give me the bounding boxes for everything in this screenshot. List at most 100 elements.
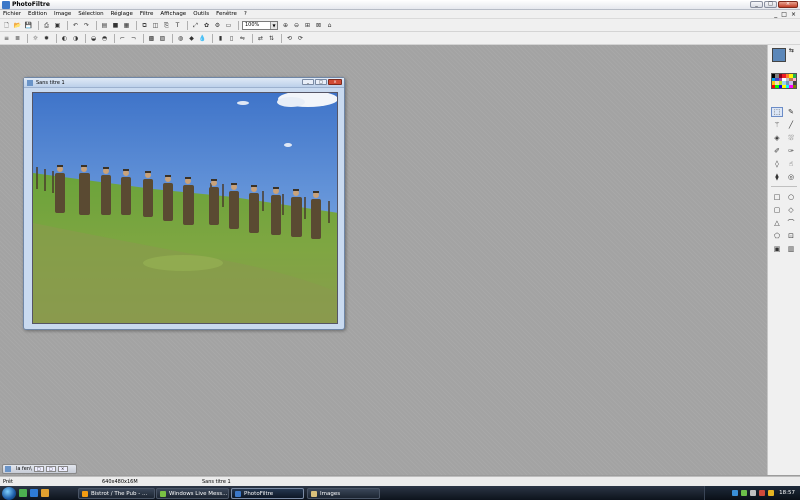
minimized-restore-button[interactable]: □ bbox=[33, 466, 44, 472]
mdi-close-button[interactable]: × bbox=[791, 11, 796, 18]
clone-icon[interactable]: ◎ bbox=[785, 172, 797, 182]
task-photofiltre[interactable]: PhotoFiltre bbox=[231, 488, 304, 499]
document-close-button[interactable]: × bbox=[328, 79, 342, 85]
blur-icon[interactable]: ◍ bbox=[176, 34, 185, 43]
stamp-icon[interactable]: ⧫ bbox=[771, 172, 783, 182]
copy-icon[interactable]: ■ bbox=[111, 21, 120, 30]
plugin-icon[interactable]: ✿ bbox=[202, 21, 211, 30]
palette-swatch[interactable] bbox=[792, 84, 796, 88]
cut-icon[interactable]: ▤ bbox=[100, 21, 109, 30]
lasso-shape-icon[interactable]: ⌒ bbox=[785, 218, 797, 228]
saturation-minus-icon[interactable]: ◒ bbox=[89, 34, 98, 43]
mdi-restore-button[interactable]: □ bbox=[781, 11, 787, 18]
minimized-close-button[interactable]: × bbox=[57, 466, 68, 472]
contrast-minus-icon[interactable]: ◐ bbox=[60, 34, 69, 43]
rgb-color-icon[interactable]: ▮ bbox=[216, 34, 225, 43]
task-bistrot[interactable]: Bistrot / The Pub - ... bbox=[78, 488, 155, 499]
sepia-icon[interactable]: ▨ bbox=[158, 34, 167, 43]
triangle-shape-icon[interactable]: △ bbox=[771, 218, 783, 228]
save-icon[interactable]: 💾 bbox=[24, 21, 33, 30]
ie-icon[interactable] bbox=[30, 489, 38, 497]
menu-filtre[interactable]: Filtre bbox=[140, 11, 154, 17]
scan-icon[interactable]: ▣ bbox=[53, 21, 62, 30]
print-icon[interactable]: ⎙ bbox=[42, 21, 51, 30]
zoom-out-icon[interactable]: ⊖ bbox=[292, 21, 301, 30]
sharpen-icon[interactable]: ◆ bbox=[187, 34, 196, 43]
contrast-plus-icon[interactable]: ◑ bbox=[71, 34, 80, 43]
explorer-icon[interactable] bbox=[41, 489, 49, 497]
blur-drop-icon[interactable]: ◊ bbox=[771, 159, 783, 169]
advanced-brush-icon[interactable]: ✑ bbox=[785, 146, 797, 156]
fill-bucket-icon[interactable]: ◈ bbox=[771, 133, 783, 143]
gamma-minus-icon[interactable]: ⌐ bbox=[118, 34, 127, 43]
rectangle-shape-icon[interactable]: □ bbox=[771, 192, 783, 202]
foreground-color-swatch[interactable] bbox=[772, 48, 786, 62]
eyedropper-icon[interactable]: ✎ bbox=[785, 107, 797, 117]
task-images[interactable]: Images bbox=[307, 488, 380, 499]
image-canvas[interactable] bbox=[32, 92, 338, 324]
fit-window-icon[interactable]: ⊠ bbox=[314, 21, 323, 30]
soften-icon[interactable]: 💧 bbox=[198, 34, 207, 43]
redo-icon[interactable]: ↷ bbox=[82, 21, 91, 30]
line-tool-icon[interactable]: ╱ bbox=[785, 120, 797, 130]
brightness-plus-icon[interactable]: ✹ bbox=[42, 34, 51, 43]
auto-level-icon[interactable]: ≡ bbox=[2, 34, 11, 43]
undo-icon[interactable]: ↶ bbox=[71, 21, 80, 30]
polygon-shape-icon[interactable]: ⬠ bbox=[771, 231, 783, 241]
start-button[interactable] bbox=[2, 486, 16, 500]
messenger-tray-icon[interactable] bbox=[741, 490, 748, 496]
manual-selection-icon[interactable]: ▥ bbox=[785, 244, 797, 254]
text-tool-icon[interactable]: T bbox=[173, 21, 182, 30]
menu-selection[interactable]: Sélection bbox=[78, 11, 103, 17]
auto-contrast-icon[interactable]: ≣ bbox=[13, 34, 22, 43]
document-maximize-button[interactable]: □ bbox=[315, 79, 327, 85]
flip-icon[interactable]: ⇋ bbox=[238, 34, 247, 43]
duplicate-icon[interactable]: ⧉ bbox=[140, 21, 149, 30]
smudge-icon[interactable]: ☝ bbox=[785, 159, 797, 169]
mirror-vertical-icon[interactable]: ⇅ bbox=[267, 34, 276, 43]
menu-image[interactable]: Image bbox=[54, 11, 71, 17]
document-window[interactable]: Sans titre 1 _ □ × bbox=[23, 77, 345, 330]
menu-reglage[interactable]: Réglage bbox=[111, 11, 133, 17]
grayscale-icon[interactable]: ▩ bbox=[147, 34, 156, 43]
invert-selection-icon[interactable]: ▣ bbox=[771, 244, 783, 254]
ellipse-shape-icon[interactable]: ○ bbox=[785, 192, 797, 202]
spray-icon[interactable]: ⛆ bbox=[785, 133, 797, 143]
open-folder-icon[interactable]: 📂 bbox=[13, 21, 22, 30]
menu-fichier[interactable]: Fichier bbox=[3, 11, 21, 17]
paste-icon[interactable]: ▦ bbox=[122, 21, 131, 30]
network-icon[interactable] bbox=[732, 490, 739, 496]
menu-outils[interactable]: Outils bbox=[193, 11, 209, 17]
actual-size-icon[interactable]: ⊞ bbox=[303, 21, 312, 30]
maximize-button[interactable]: □ bbox=[764, 1, 777, 8]
settings-icon[interactable]: ⚙ bbox=[213, 21, 222, 30]
saturation-plus-icon[interactable]: ◓ bbox=[100, 34, 109, 43]
document-minimize-button[interactable]: _ bbox=[302, 79, 314, 85]
clock[interactable]: 18:57 bbox=[779, 490, 795, 496]
menu-help[interactable]: ? bbox=[244, 11, 247, 17]
close-button[interactable]: × bbox=[778, 1, 798, 8]
diamond-shape-icon[interactable]: ◇ bbox=[785, 205, 797, 215]
show-desktop-icon[interactable] bbox=[19, 489, 27, 497]
crop-icon[interactable]: ◫ bbox=[151, 21, 160, 30]
zoom-select[interactable]: 100% ▼ bbox=[242, 20, 278, 30]
magic-wand-icon[interactable]: ⚚ bbox=[771, 120, 783, 130]
transparency-icon[interactable]: ▯ bbox=[227, 34, 236, 43]
minimized-maximize-button[interactable]: □ bbox=[45, 466, 56, 472]
load-shape-icon[interactable]: ⊡ bbox=[785, 231, 797, 241]
chevron-down-icon[interactable]: ▼ bbox=[270, 21, 277, 29]
paste-as-new-icon[interactable]: ⎘ bbox=[162, 21, 171, 30]
brush-icon[interactable]: ✐ bbox=[771, 146, 783, 156]
color-palette[interactable] bbox=[771, 73, 797, 89]
image-size-icon[interactable]: ⤢ bbox=[191, 21, 200, 30]
swap-colors-icon[interactable]: ⇆ bbox=[789, 47, 794, 54]
selection-tool-icon[interactable]: ⬚ bbox=[771, 107, 783, 117]
fullscreen-icon[interactable]: ⌂ bbox=[325, 21, 334, 30]
task-windows-live[interactable]: Windows Live Mess... bbox=[156, 488, 229, 499]
rotate-left-icon[interactable]: ⟲ bbox=[285, 34, 294, 43]
menu-affichage[interactable]: Affichage bbox=[160, 11, 186, 17]
minimize-button[interactable]: _ bbox=[750, 1, 763, 8]
volume-icon[interactable] bbox=[750, 490, 757, 496]
new-file-icon[interactable]: 🗋 bbox=[2, 21, 11, 30]
window-icon[interactable]: ▭ bbox=[224, 21, 233, 30]
